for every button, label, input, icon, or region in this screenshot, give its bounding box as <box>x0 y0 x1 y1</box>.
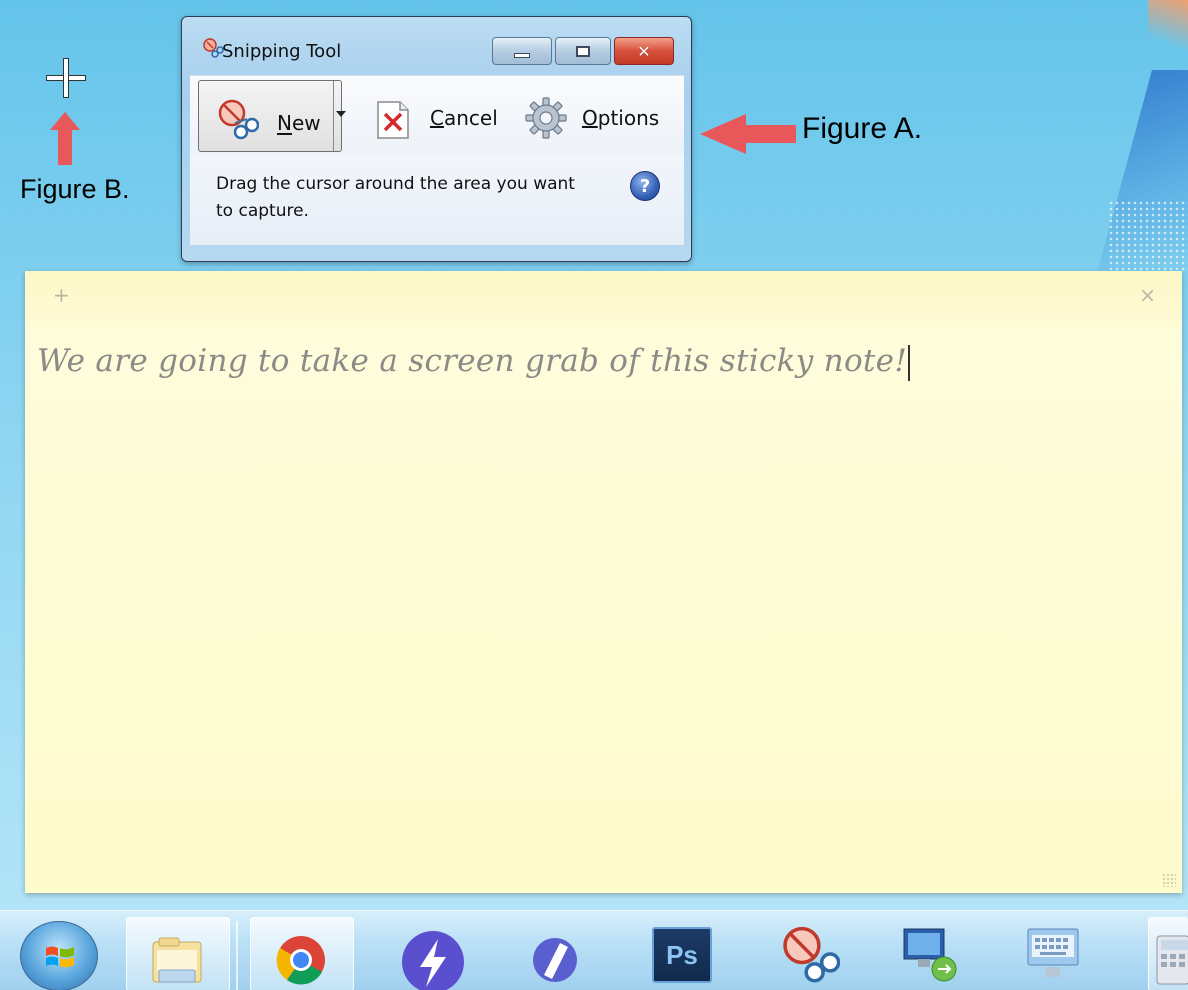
options-button-label: Options <box>582 106 660 130</box>
sticky-note-content: We are going to take a screen grab of th… <box>37 343 908 379</box>
figure-b-label: Figure B. <box>20 174 130 204</box>
snipping-toolbar: New Cancel Options <box>190 75 684 155</box>
left-arrow-icon <box>700 114 796 154</box>
snipping-tool-window: Snipping Tool ✕ New Cancel Options Drag … <box>181 16 692 262</box>
photoshop-icon[interactable]: Ps <box>652 927 712 983</box>
maximize-icon <box>556 38 610 64</box>
chrome-icon <box>276 936 325 985</box>
sticky-note-header: + × <box>25 271 1182 327</box>
taskbar-divider <box>236 921 238 990</box>
start-button[interactable] <box>20 921 98 990</box>
gear-icon <box>525 97 567 139</box>
minimize-button[interactable] <box>492 37 552 65</box>
cancel-button-label: Cancel <box>430 106 498 130</box>
add-note-icon[interactable]: + <box>53 283 70 307</box>
scissors-icon <box>218 99 259 140</box>
taskbar-chrome[interactable] <box>250 917 354 990</box>
instruction-text: Drag the cursor around the area you want… <box>216 174 575 221</box>
desktop-wallpaper-accent <box>1148 0 1188 60</box>
close-button[interactable]: ✕ <box>614 37 674 65</box>
options-button[interactable]: Options <box>524 82 684 152</box>
desktop-wallpaper-dots <box>1108 200 1188 270</box>
calculator-icon <box>1156 935 1188 985</box>
folder-icon <box>152 937 202 983</box>
close-icon: ✕ <box>637 41 651 61</box>
resize-grip-icon[interactable] <box>1162 873 1176 887</box>
split-divider <box>333 81 334 151</box>
window-controls: ✕ <box>492 37 674 65</box>
minimize-icon <box>493 38 551 64</box>
new-button-label: New <box>277 111 321 135</box>
instruction-panel: Drag the cursor around the area you want… <box>190 155 684 245</box>
chevron-down-icon[interactable] <box>336 111 346 117</box>
cancel-button[interactable]: Cancel <box>376 82 516 152</box>
crosshair-cursor-icon <box>44 56 88 100</box>
figure-a-label: Figure A. <box>802 112 923 145</box>
taskbar-explorer[interactable] <box>126 917 230 990</box>
lightning-app-icon[interactable] <box>400 929 466 990</box>
remote-desktop-icon[interactable] <box>900 923 962 985</box>
up-arrow-icon <box>50 112 80 166</box>
snipping-tool-icon <box>203 38 224 58</box>
sticky-note[interactable]: + × We are going to take a screen grab o… <box>25 271 1182 893</box>
cancel-document-icon <box>377 101 409 139</box>
window-title: Snipping Tool <box>222 41 342 62</box>
taskbar: Ps <box>0 910 1188 990</box>
taskbar-calculator[interactable] <box>1148 917 1188 990</box>
sticky-note-text[interactable]: We are going to take a screen grab of th… <box>37 343 911 381</box>
onscreen-keyboard-icon[interactable] <box>1022 925 1084 983</box>
maximize-button[interactable] <box>555 37 611 65</box>
windows-logo-icon <box>46 946 74 968</box>
text-caret <box>908 344 911 381</box>
new-snip-button[interactable]: New <box>198 80 346 152</box>
delete-note-icon[interactable]: × <box>1139 283 1156 307</box>
snipping-tool-taskbar-icon[interactable] <box>778 923 840 985</box>
slash-app-icon[interactable] <box>530 935 580 985</box>
help-icon[interactable]: ? <box>630 171 660 201</box>
